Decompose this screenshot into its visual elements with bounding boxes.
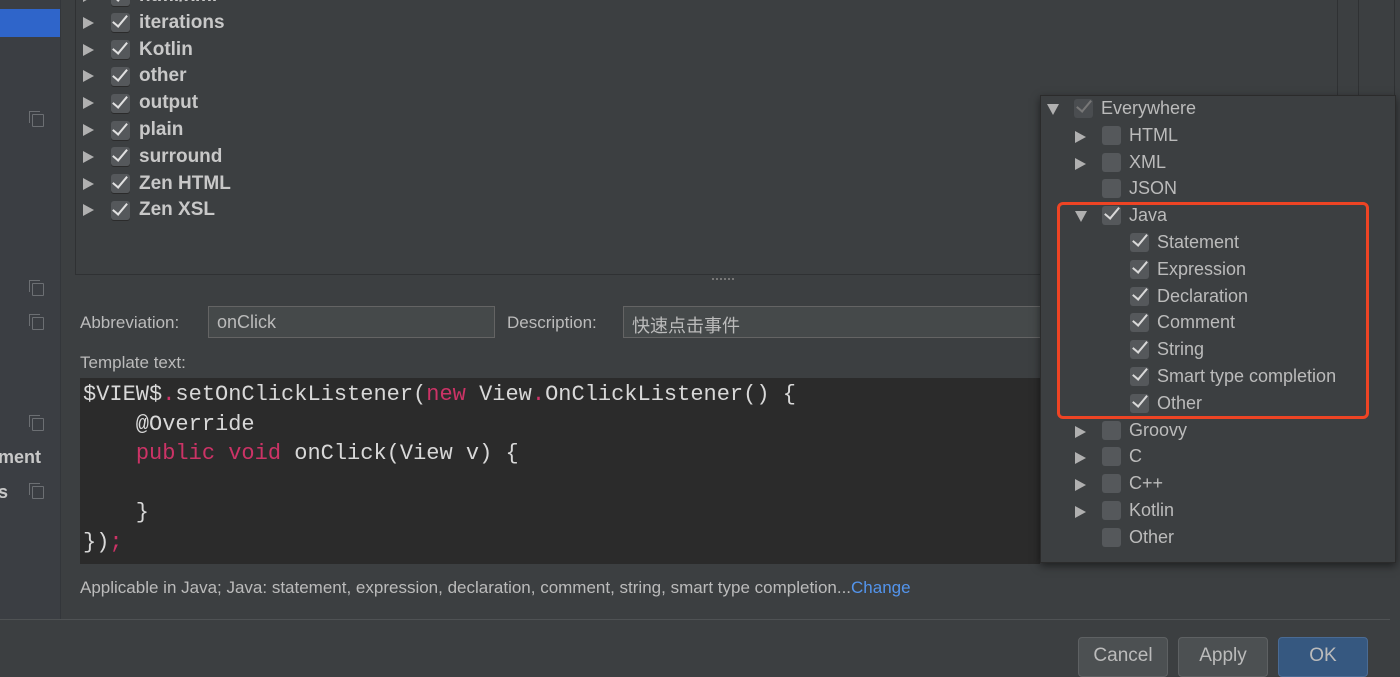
template-text-editor[interactable]: $VIEW$.setOnClickListener(new View.OnCli… xyxy=(80,378,1040,564)
expand-arrow-icon[interactable] xyxy=(1075,479,1086,492)
group-label: output xyxy=(139,92,199,114)
expand-arrow-icon[interactable] xyxy=(83,0,94,2)
expand-arrow-icon[interactable] xyxy=(1075,130,1086,143)
splitter-handle[interactable] xyxy=(712,278,734,281)
context-label: HTML xyxy=(1129,124,1178,145)
context-label: XML xyxy=(1129,151,1167,172)
ok-button[interactable]: OK xyxy=(1278,637,1368,677)
context-item[interactable]: HTML xyxy=(1041,123,1395,149)
context-item[interactable]: C xyxy=(1041,444,1395,470)
context-label: C xyxy=(1129,446,1142,467)
checkbox[interactable] xyxy=(1102,527,1121,547)
context-item[interactable]: C++ xyxy=(1041,471,1395,497)
checkbox[interactable] xyxy=(1102,179,1121,199)
template-group-row[interactable]: Zen XSL xyxy=(76,197,215,223)
expand-arrow-icon[interactable] xyxy=(83,97,94,110)
expand-arrow-icon[interactable] xyxy=(83,177,94,190)
group-label: html/xml xyxy=(139,0,217,7)
group-label: Zen HTML xyxy=(139,172,231,194)
context-item[interactable]: Other xyxy=(1041,525,1395,551)
context-label: Kotlin xyxy=(1129,500,1175,520)
checkbox[interactable] xyxy=(1074,99,1093,118)
template-group-row[interactable]: other xyxy=(76,63,187,89)
checkbox[interactable] xyxy=(111,40,130,60)
sidebar-item-label[interactable]: ment xyxy=(0,447,41,468)
java-highlight-box xyxy=(1057,202,1369,419)
copy-icon xyxy=(29,415,44,431)
group-label: iterations xyxy=(139,11,225,33)
group-label: Kotlin xyxy=(139,38,193,60)
apply-button[interactable]: Apply xyxy=(1178,637,1268,677)
template-group-row[interactable]: Zen HTML xyxy=(76,171,231,197)
context-item[interactable]: Groovy xyxy=(1041,418,1395,444)
checkbox[interactable] xyxy=(111,66,130,86)
checkbox[interactable] xyxy=(111,174,130,194)
checkbox[interactable] xyxy=(111,200,130,220)
expand-arrow-icon[interactable] xyxy=(83,16,94,29)
group-label: other xyxy=(139,65,187,87)
settings-sidebar: ment s xyxy=(0,0,61,620)
expand-arrow-icon[interactable] xyxy=(1075,425,1086,438)
group-label: plain xyxy=(139,119,184,140)
template-group-row[interactable]: output xyxy=(76,90,198,116)
template-group-row[interactable]: html/xml xyxy=(76,0,217,9)
context-label: Other xyxy=(1129,526,1175,547)
abbreviation-label: Abbreviation: xyxy=(80,313,180,332)
sidebar-selected-item[interactable] xyxy=(0,9,60,37)
expand-arrow-icon[interactable] xyxy=(83,124,94,136)
checkbox[interactable] xyxy=(1102,125,1121,145)
template-group-row[interactable]: surround xyxy=(76,144,222,170)
expand-arrow-icon[interactable] xyxy=(1075,506,1086,518)
copy-icon xyxy=(29,111,44,127)
change-context-link[interactable]: Change xyxy=(851,578,911,597)
group-label: surround xyxy=(139,145,223,167)
context-label: C++ xyxy=(1129,473,1164,494)
copy-icon xyxy=(29,483,44,499)
checkbox[interactable] xyxy=(1102,152,1121,172)
abbreviation-input[interactable]: onClick xyxy=(208,306,495,338)
description-input[interactable]: 快速点击事件 xyxy=(623,306,1043,338)
applicable-contexts-text: Applicable in Java; Java: statement, exp… xyxy=(80,578,911,597)
expand-arrow-icon[interactable] xyxy=(83,70,94,83)
context-item[interactable]: Kotlin xyxy=(1041,498,1395,524)
checkbox[interactable] xyxy=(1102,474,1121,494)
context-item[interactable]: JSON xyxy=(1041,176,1395,202)
context-item[interactable]: XML xyxy=(1041,150,1395,176)
group-label: Zen XSL xyxy=(139,199,216,221)
context-label: Everywhere xyxy=(1101,98,1197,118)
expand-arrow-icon[interactable] xyxy=(83,150,94,163)
template-text-label: Template text: xyxy=(80,353,186,372)
context-item[interactable]: Everywhere xyxy=(1041,96,1395,122)
checkbox[interactable] xyxy=(111,147,130,167)
collapse-arrow-icon[interactable] xyxy=(1047,104,1059,115)
template-group-row[interactable]: Kotlin xyxy=(76,37,193,63)
cancel-button[interactable]: Cancel xyxy=(1078,637,1168,677)
expand-arrow-icon[interactable] xyxy=(83,43,94,56)
checkbox[interactable] xyxy=(111,93,130,113)
expand-arrow-icon[interactable] xyxy=(83,204,94,217)
expand-arrow-icon[interactable] xyxy=(1075,157,1086,170)
copy-icon xyxy=(29,280,44,296)
checkbox[interactable] xyxy=(111,13,130,33)
template-group-row[interactable]: iterations xyxy=(76,10,225,36)
sidebar-item-label[interactable]: s xyxy=(0,482,8,503)
checkbox[interactable] xyxy=(1102,501,1121,520)
checkbox[interactable] xyxy=(1102,447,1121,467)
description-label: Description: xyxy=(507,313,597,332)
context-label: JSON xyxy=(1129,178,1178,199)
checkbox[interactable] xyxy=(111,0,130,6)
expand-arrow-icon[interactable] xyxy=(1075,452,1086,465)
checkbox[interactable] xyxy=(111,120,130,140)
context-label: Groovy xyxy=(1129,419,1188,440)
checkbox[interactable] xyxy=(1102,420,1121,440)
copy-icon xyxy=(29,314,44,330)
template-group-row[interactable]: plain xyxy=(76,117,183,143)
